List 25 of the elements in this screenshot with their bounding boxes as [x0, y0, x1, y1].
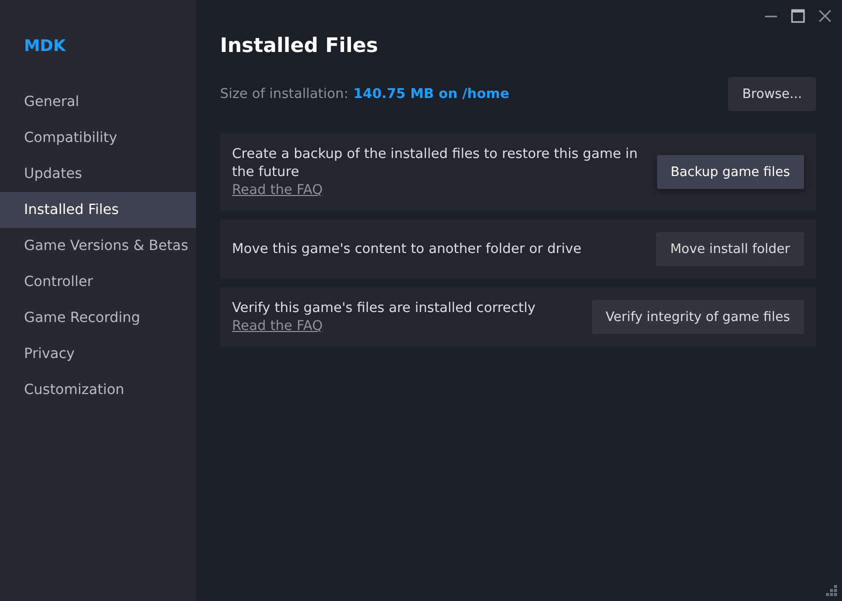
sidebar-item[interactable]: Game Versions & Betas: [0, 228, 196, 264]
faq-link[interactable]: Read the FAQ: [232, 317, 323, 335]
action-button[interactable]: Move install folder: [656, 232, 804, 266]
action-description: Verify this game's files are installed correctly: [232, 299, 536, 317]
sidebar-item[interactable]: General: [0, 84, 196, 120]
close-icon[interactable]: [818, 9, 832, 23]
size-value: 140.75 MB on /home: [353, 86, 510, 102]
maximize-icon[interactable]: [791, 9, 805, 23]
action-button[interactable]: Verify integrity of game files: [592, 300, 804, 334]
resize-grip-icon[interactable]: [826, 585, 838, 597]
browse-button[interactable]: Browse...: [728, 77, 816, 111]
sidebar-item[interactable]: Updates: [0, 156, 196, 192]
faq-link[interactable]: Read the FAQ: [232, 181, 323, 199]
sidebar-item[interactable]: Customization: [0, 372, 196, 408]
sidebar-item[interactable]: Compatibility: [0, 120, 196, 156]
page-title: Installed Files: [220, 33, 380, 57]
sidebar-item[interactable]: Installed Files: [0, 192, 196, 228]
sidebar-item[interactable]: Game Recording: [0, 300, 196, 336]
sidebar-item[interactable]: Privacy: [0, 336, 196, 372]
size-label: Size of installation:: [220, 86, 348, 102]
action-button[interactable]: Backup game files: [656, 155, 804, 189]
game-title: MDK: [23, 36, 67, 55]
action-description: Create a backup of the installed files to restore this game in the future: [232, 145, 639, 181]
sidebar-item[interactable]: Controller: [0, 264, 196, 300]
action-description: Move this game's content to another folder or drive: [232, 240, 582, 258]
